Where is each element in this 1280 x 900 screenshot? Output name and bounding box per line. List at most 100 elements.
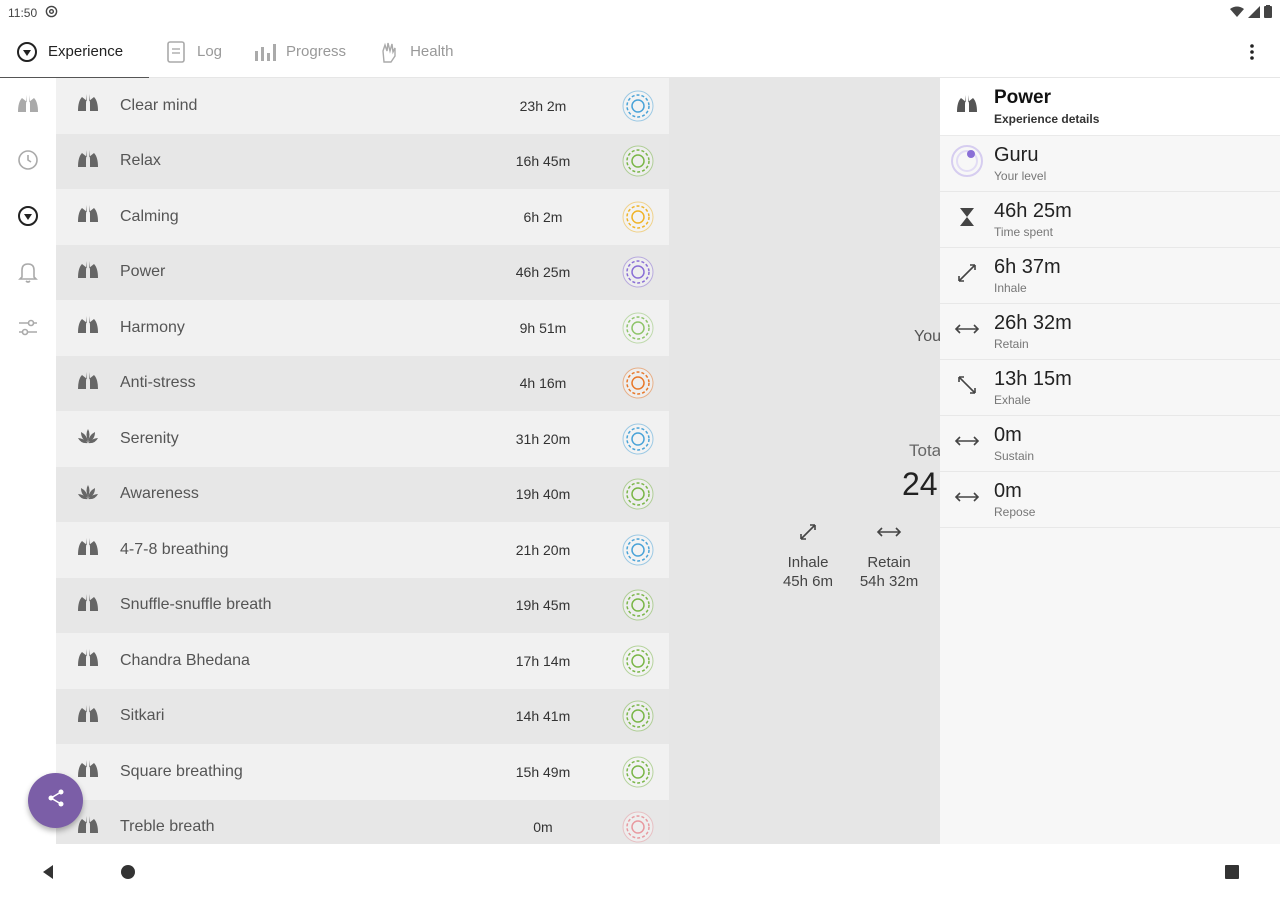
lungs-icon xyxy=(77,593,99,618)
detail-label: Retain xyxy=(994,337,1029,351)
tab-label: Health xyxy=(410,43,454,60)
detail-row: 0m Repose xyxy=(940,472,1280,528)
exercise-name: Serenity xyxy=(120,429,179,447)
recents-button[interactable] xyxy=(1220,860,1244,884)
detail-value: 0m xyxy=(994,480,1022,502)
status-bar: 11:50 xyxy=(0,0,1280,26)
exercise-time: 14h 41m xyxy=(515,708,571,725)
tab-log[interactable]: Log xyxy=(149,26,238,78)
tab-experience[interactable]: Experience xyxy=(0,26,149,79)
diagonal-up-icon xyxy=(956,262,978,289)
status-time: 11:50 xyxy=(8,6,38,20)
level-badge-icon xyxy=(621,699,655,733)
battery-icon xyxy=(1264,5,1272,21)
exercise-list[interactable]: Clear mind 23h 2m Relax 16h 45m Calming 6h 2m… xyxy=(56,78,669,844)
lungs-icon xyxy=(77,260,99,285)
home-button[interactable] xyxy=(116,860,140,884)
level-badge-icon xyxy=(621,311,655,345)
exercise-name: 4-7-8 breathing xyxy=(120,540,229,558)
exercise-time: 21h 20m xyxy=(515,541,571,558)
lungs-icon xyxy=(17,94,39,119)
list-item[interactable]: Harmony 9h 51m xyxy=(56,300,669,356)
lotus-icon xyxy=(77,483,99,506)
list-item[interactable]: Power 46h 25m xyxy=(56,244,669,300)
lungs-icon xyxy=(77,815,99,840)
list-item[interactable]: Clear mind 23h 2m xyxy=(56,78,669,134)
details-subtitle: Experience details xyxy=(994,112,1100,126)
list-item[interactable]: Sitkari 14h 41m xyxy=(56,688,669,744)
detail-value: 6h 37m xyxy=(994,256,1061,278)
back-button[interactable] xyxy=(36,860,60,884)
detail-row: Guru Your level xyxy=(940,136,1280,192)
stat-value: 54h 32m xyxy=(859,573,919,590)
exercise-time: 0m xyxy=(533,819,553,836)
horizontal-arrow-icon xyxy=(954,433,980,454)
rail-bell[interactable] xyxy=(0,246,56,302)
document-icon xyxy=(165,40,187,63)
list-item[interactable]: Chandra Bhedana 17h 14m xyxy=(56,633,669,689)
tab-label: Progress xyxy=(286,43,347,60)
lungs-icon xyxy=(77,537,99,562)
your-label: You xyxy=(914,328,940,345)
horizontal-arrow-icon xyxy=(954,489,980,510)
level-badge-icon xyxy=(621,366,655,400)
list-item[interactable]: 4-7-8 breathing 21h 20m xyxy=(56,522,669,578)
exercise-time: 16h 45m xyxy=(515,153,571,170)
share-icon xyxy=(46,788,66,813)
navigation-rail xyxy=(0,78,56,844)
lungs-icon xyxy=(77,648,99,673)
tab-health[interactable]: Health xyxy=(362,26,469,78)
exercise-name: Harmony xyxy=(120,318,185,336)
tab-bar: Experience Log Progress Health xyxy=(0,26,1280,79)
detail-value: Guru xyxy=(994,144,1039,166)
detail-row: 13h 15m Exhale xyxy=(940,360,1280,416)
level-badge-icon xyxy=(621,755,655,789)
lungs-icon xyxy=(77,759,99,784)
detail-row: 0m Sustain xyxy=(940,416,1280,472)
list-item[interactable]: Awareness 19h 40m xyxy=(56,466,669,522)
list-item[interactable]: Treble breath 0m xyxy=(56,799,669,844)
list-item[interactable]: Anti-stress 4h 16m xyxy=(56,355,669,411)
sliders-icon xyxy=(17,318,39,343)
exercise-time: 4h 16m xyxy=(519,375,567,392)
rail-clock[interactable] xyxy=(0,134,56,190)
detail-row: 6h 37m Inhale xyxy=(940,248,1280,304)
list-item[interactable]: Square breathing 15h 49m xyxy=(56,744,669,800)
compass-icon xyxy=(17,205,39,232)
level-badge-icon xyxy=(621,89,655,123)
detail-row: 46h 25m Time spent xyxy=(940,192,1280,248)
bell-icon xyxy=(18,261,38,288)
rail-lungs[interactable] xyxy=(0,78,56,134)
detail-value: 46h 25m xyxy=(994,200,1072,222)
list-item[interactable]: Relax 16h 45m xyxy=(56,133,669,189)
rail-settings[interactable] xyxy=(0,302,56,358)
tab-progress[interactable]: Progress xyxy=(238,26,362,78)
detail-value: 0m xyxy=(994,424,1022,446)
exercise-time: 46h 25m xyxy=(515,264,571,281)
wifi-icon xyxy=(1230,6,1244,21)
exercise-time: 9h 51m xyxy=(519,319,567,336)
horizontal-arrow-icon xyxy=(849,522,929,546)
exercise-name: Power xyxy=(120,263,166,281)
overflow-menu-icon[interactable] xyxy=(1240,40,1264,64)
signal-icon xyxy=(1248,5,1260,21)
exercise-time: 17h 14m xyxy=(515,652,571,669)
detail-label: Sustain xyxy=(994,449,1035,463)
exercise-name: Calming xyxy=(120,207,179,225)
share-button[interactable] xyxy=(28,773,83,828)
list-item[interactable]: Snuffle-snuffle breath 19h 45m xyxy=(56,577,669,633)
tab-label: Experience xyxy=(48,43,124,60)
lungs-icon xyxy=(77,704,99,729)
list-item[interactable]: Calming 6h 2m xyxy=(56,189,669,245)
diagonal-down-icon xyxy=(956,374,978,401)
list-item[interactable]: Serenity 31h 20m xyxy=(56,411,669,467)
tab-label: Log xyxy=(197,43,223,60)
level-badge-icon xyxy=(621,255,655,289)
exercise-name: Snuffle-snuffle breath xyxy=(120,596,272,614)
hourglass-icon xyxy=(959,207,975,232)
exercise-time: 15h 49m xyxy=(515,763,571,780)
diagonal-up-icon xyxy=(768,522,848,546)
detail-value: 13h 15m xyxy=(994,368,1072,390)
stat-value: 45h 6m xyxy=(782,573,834,590)
rail-compass[interactable] xyxy=(0,190,56,246)
